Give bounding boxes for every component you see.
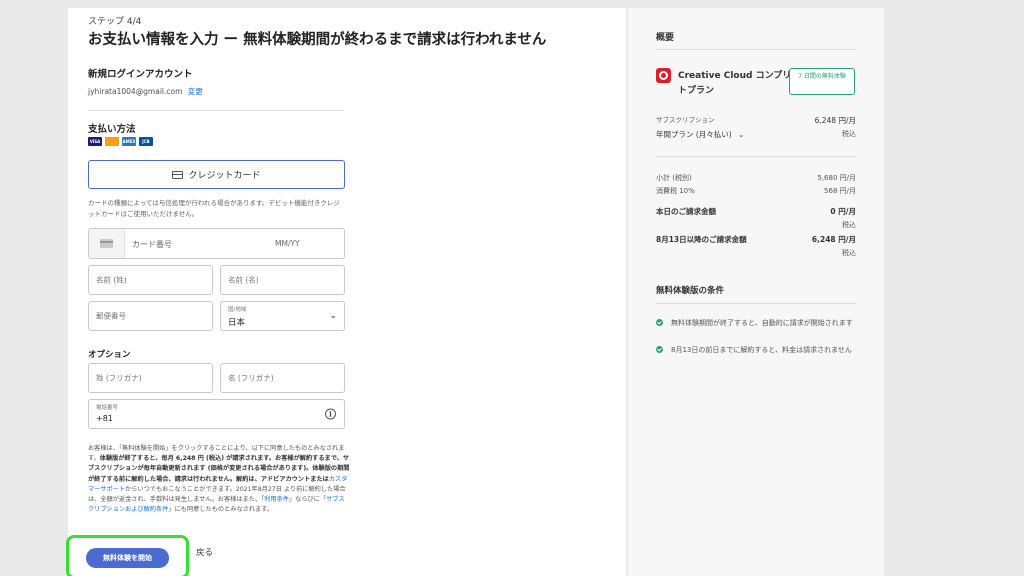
options-heading: オプション xyxy=(88,350,131,360)
condition-text: 8月13日の前日までに解約すると、料金は請求されません xyxy=(671,346,852,354)
mastercard-logo-icon xyxy=(105,137,119,146)
page-title: お支払い情報を入力 ー 無料体験期間が終わるまで請求は行われません xyxy=(88,32,547,48)
back-link[interactable]: 戻る xyxy=(196,546,213,558)
divider xyxy=(656,303,856,304)
kana-first-placeholder: 名 (フリガナ) xyxy=(228,373,274,383)
kana-first-name-input[interactable]: 名 (フリガナ) xyxy=(220,363,345,393)
condition-text: 無料体験期間が終了すると、自動的に請求が開始されます xyxy=(671,319,853,327)
kana-last-placeholder: 姓 (フリガナ) xyxy=(96,373,142,383)
change-email-link[interactable]: 変更 xyxy=(188,87,203,96)
chevron-down-icon: ⌄ xyxy=(738,130,745,139)
tax-included-note: 税込 xyxy=(842,130,856,138)
subtotal-value: 5,680 円/月 xyxy=(817,174,856,182)
phone-value: +81 xyxy=(96,414,113,423)
card-number-field[interactable]: カード番号 MM/YY xyxy=(88,228,345,259)
divider xyxy=(656,156,856,157)
expiry-input[interactable]: MM/YY xyxy=(275,239,300,248)
credit-card-icon xyxy=(172,170,184,179)
after-trial-label: 8月13日以降のご請求金額 xyxy=(656,235,747,244)
today-charge-value: 0 円/月 xyxy=(830,207,856,216)
amex-logo-icon: AMEX xyxy=(122,137,136,146)
card-brand-logos: VISA AMEX JCB xyxy=(88,137,153,146)
step-indicator: ステップ 4/4 xyxy=(88,17,142,27)
credit-card-method-button[interactable]: クレジットカード xyxy=(88,160,345,189)
postal-placeholder: 郵便番号 xyxy=(96,311,126,321)
today-charge-label: 本日のご請求金額 xyxy=(656,207,716,216)
plan-select-value: 年間プラン (月々払い) xyxy=(656,130,732,139)
divider xyxy=(656,49,856,50)
start-free-trial-button[interactable]: 無料体験を開始 xyxy=(86,548,169,568)
last-name-input[interactable]: 名前 (姓) xyxy=(88,265,213,295)
credit-card-label: クレジットカード xyxy=(188,171,261,181)
tax-included-note: 税込 xyxy=(842,249,856,257)
first-name-placeholder: 名前 (名) xyxy=(228,275,259,285)
divider xyxy=(88,110,344,111)
kana-last-name-input[interactable]: 姓 (フリガナ) xyxy=(88,363,213,393)
summary-heading: 概要 xyxy=(656,33,675,43)
account-email: jyhirata1004@gmail.com 変更 xyxy=(88,86,203,97)
phone-input[interactable]: 電話番号 +81 i xyxy=(88,399,345,429)
country-label: 国/地域 xyxy=(228,307,247,313)
email-text: jyhirata1004@gmail.com xyxy=(88,87,183,96)
first-name-input[interactable]: 名前 (名) xyxy=(220,265,345,295)
postal-code-input[interactable]: 郵便番号 xyxy=(88,301,213,331)
check-circle-icon xyxy=(656,319,663,326)
info-icon[interactable]: i xyxy=(325,408,336,420)
country-value: 日本 xyxy=(228,318,246,328)
conditions-heading: 無料体験版の条件 xyxy=(656,286,725,296)
condition-item: 無料体験期間が終了すると、自動的に請求が開始されます xyxy=(656,317,861,329)
jcb-logo-icon: JCB xyxy=(139,137,153,146)
last-name-placeholder: 名前 (姓) xyxy=(96,275,127,285)
card-note: カードの種類によっては与信処理が行われる場合があります。デビット機能付きクレジッ… xyxy=(88,199,340,218)
tax-value: 568 円/月 xyxy=(824,187,856,195)
product-name: Creative Cloud コンプリートプラン xyxy=(678,71,801,96)
tax-included-note: 税込 xyxy=(842,221,856,229)
card-number-placeholder: カード番号 xyxy=(132,240,172,249)
payment-heading: 支払い方法 xyxy=(88,124,136,135)
legal-text: お客様は、「無料体験を開始」をクリックすることにより、以下に同意したものとみなさ… xyxy=(88,444,350,515)
account-heading: 新規ログインアカウント xyxy=(88,69,193,80)
phone-label: 電話番号 xyxy=(96,405,119,411)
legal-p5: ならびに xyxy=(295,496,320,504)
country-select[interactable]: 国/地域 日本 ⌄ xyxy=(220,301,345,331)
creative-cloud-logo-icon xyxy=(656,68,671,83)
tax-label: 消費税 10% xyxy=(656,187,695,195)
legal-p3: 解約は、アドビアカウントまたは xyxy=(236,475,329,483)
legal-p6: にも同意したものとみなされます。 xyxy=(174,506,274,514)
check-circle-icon xyxy=(656,346,663,353)
subscription-label: サブスクリプション xyxy=(656,116,715,124)
chevron-down-icon: ⌄ xyxy=(329,311,337,321)
subtotal-label: 小計 (税別) xyxy=(656,174,692,182)
terms-link[interactable]: 「利用条件」 xyxy=(261,496,295,503)
condition-item: 8月13日の前日までに解約すると、料金は請求されません xyxy=(656,344,861,356)
trial-badge: 7 日間の無料体験 xyxy=(789,68,855,95)
order-summary-panel: 概要 Creative Cloud コンプリートプラン 7 日間の無料体験 サブ… xyxy=(628,8,884,576)
highlight-box: 無料体験を開始 xyxy=(66,535,189,576)
plan-price: 6,248 円/月 xyxy=(814,116,856,125)
checkout-form-panel: ステップ 4/4 お支払い情報を入力 ー 無料体験期間が終わるまで請求は行われま… xyxy=(66,8,626,576)
plan-select[interactable]: 年間プラン (月々払い) ⌄ xyxy=(656,129,744,140)
after-trial-value: 6,248 円/月 xyxy=(811,235,856,244)
visa-logo-icon: VISA xyxy=(88,137,102,146)
card-placeholder-icon xyxy=(89,229,125,258)
